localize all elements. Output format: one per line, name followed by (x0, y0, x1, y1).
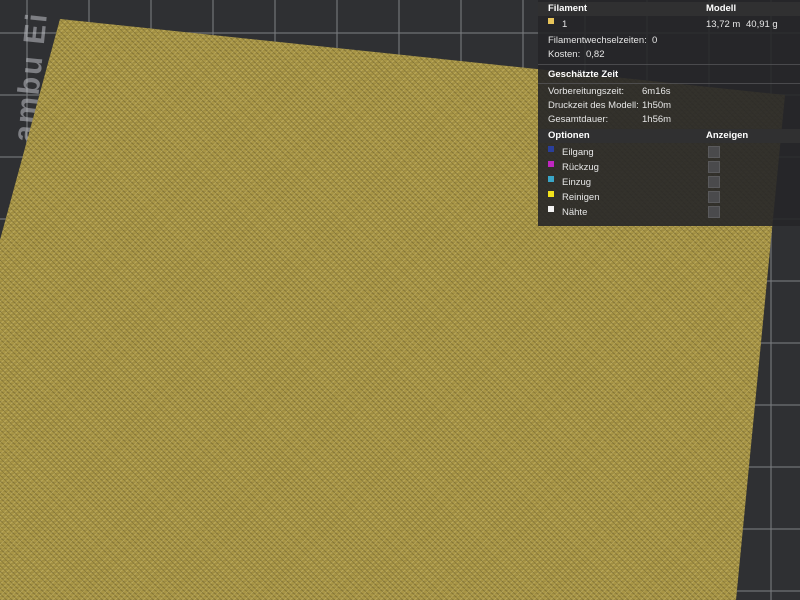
filament-row: 1 13,72 m 40,91 g (538, 18, 800, 32)
total-time-row: Gesamtdauer: 1h56m (538, 113, 800, 127)
filament-header: Filament (548, 3, 588, 14)
option-row-retract: Rückzug (538, 161, 800, 175)
filament-changes-value: 0 (652, 35, 658, 46)
show-unretract-checkbox[interactable] (708, 176, 720, 188)
option-label: Rückzug (562, 162, 599, 173)
seam-swatch-icon (548, 206, 554, 212)
total-time-value: 1h56m (642, 114, 672, 125)
option-label: Reinigen (562, 192, 600, 203)
filament-color-swatch (548, 18, 554, 24)
filament-weight: 40,91 g (746, 19, 778, 30)
cost-row: Kosten: 0,82 (538, 48, 800, 62)
filament-changes-row: Filamentwechselzeiten: 0 (538, 34, 800, 48)
option-row-unretract: Einzug (538, 176, 800, 190)
gcode-legend-panel: Filament Modell 1 13,72 m 40,91 g Filame… (538, 0, 800, 226)
prep-time-label: Vorbereitungszeit: (548, 86, 625, 97)
wipe-swatch-icon (548, 191, 554, 197)
show-seams-checkbox[interactable] (708, 206, 720, 218)
time-header: Geschätzte Zeit (548, 69, 619, 80)
filament-changes-label: Filamentwechselzeiten: (548, 35, 647, 46)
show-retract-checkbox[interactable] (708, 161, 720, 173)
show-header: Anzeigen (706, 130, 749, 141)
option-row-travel: Eilgang (538, 146, 800, 160)
option-row-seams: Nähte (538, 206, 800, 220)
filament-index: 1 (562, 19, 568, 30)
cost-label: Kosten: (548, 49, 581, 60)
travel-swatch-icon (548, 146, 554, 152)
unretract-swatch-icon (548, 176, 554, 182)
option-row-wipe: Reinigen (538, 191, 800, 205)
filament-length: 13,72 m (706, 19, 741, 30)
options-header-row: Optionen Anzeigen (538, 129, 800, 143)
divider (538, 83, 800, 84)
model-header: Modell (706, 3, 737, 14)
option-label: Nähte (562, 207, 588, 218)
options-header: Optionen (548, 130, 590, 141)
option-label: Eilgang (562, 147, 594, 158)
print-time-label: Druckzeit des Modell: (548, 100, 639, 111)
prep-time-row: Vorbereitungszeit: 6m16s (538, 85, 800, 99)
total-time-label: Gesamtdauer: (548, 114, 609, 125)
show-wipe-checkbox[interactable] (708, 191, 720, 203)
prep-time-value: 6m16s (642, 86, 671, 97)
retract-swatch-icon (548, 161, 554, 167)
option-label: Einzug (562, 177, 592, 188)
time-header-row: Geschätzte Zeit (538, 68, 800, 82)
show-travel-checkbox[interactable] (708, 146, 720, 158)
print-time-value: 1h50m (642, 100, 672, 111)
cost-value: 0,82 (586, 49, 605, 60)
divider (538, 64, 800, 65)
print-time-row: Druckzeit des Modell: 1h50m (538, 99, 800, 113)
filament-header-row: Filament Modell (538, 2, 800, 16)
